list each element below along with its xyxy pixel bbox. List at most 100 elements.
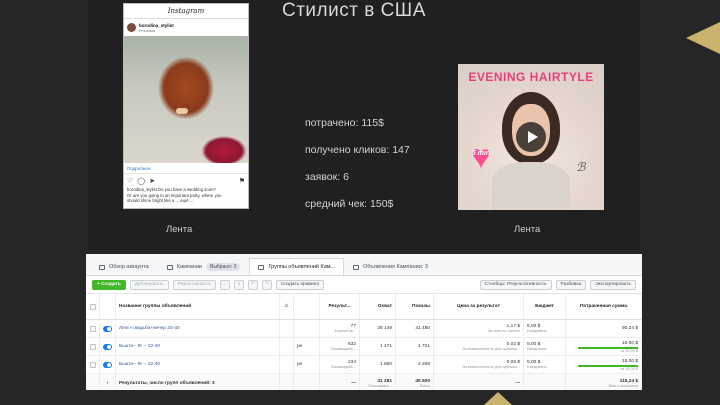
ab-test-icon[interactable]: ◌ bbox=[219, 279, 230, 290]
campaign-stats: потрачено: 115$ получено кликов: 147 зая… bbox=[305, 117, 410, 225]
post-actions: ♡ ◯ ➤ ⚑ bbox=[124, 174, 248, 187]
feed-label-left: Лента bbox=[166, 224, 193, 235]
share-icon[interactable]: ➤ bbox=[149, 177, 155, 185]
tab-account-overview[interactable]: Обзор аккаунта bbox=[90, 258, 158, 275]
decor-triangle-right bbox=[686, 22, 720, 54]
results-sub: Количеств... bbox=[334, 329, 357, 333]
total-reach: 31 281 Пользовате... bbox=[360, 374, 396, 390]
hair-accessory bbox=[176, 108, 188, 114]
total-spacer bbox=[86, 374, 100, 390]
warn-cell bbox=[280, 356, 294, 373]
stat-leads: заявок: 6 bbox=[305, 171, 349, 183]
cpr-cell: 0,02 $ За вовлеченность для публика... bbox=[434, 338, 524, 355]
budget-cell: 5,00 $ Ежедневно bbox=[524, 356, 566, 373]
edit-button[interactable]: Редактировать bbox=[172, 279, 216, 290]
stat-avg-check: средний чек: 150$ bbox=[305, 198, 394, 210]
column-header-cost-per-result[interactable]: Цена за результат bbox=[434, 294, 524, 319]
slide-background: Стилист в США Instagram borodina_stylist… bbox=[0, 0, 720, 405]
total-spent: 115,24 $ Всего потрачено bbox=[566, 374, 642, 390]
selected-count-badge[interactable]: Выбрано: 3 bbox=[205, 263, 241, 271]
impressions-cell: 1 721 bbox=[396, 338, 434, 355]
ad-set-name[interactable]: Лекс+свадьба+вечер 20-40 bbox=[116, 320, 280, 337]
table-row[interactable]: Бьюти-- Ж -- 22-40 ре 234 Взаимодейс... … bbox=[86, 356, 642, 374]
reach-cell: 1 471 bbox=[360, 338, 396, 355]
row-toggle[interactable] bbox=[100, 356, 116, 373]
post-caption: borodina_stylist Do you have a wedding s… bbox=[124, 187, 248, 204]
total-impressions: 45 500 Всего bbox=[396, 374, 434, 390]
play-icon[interactable] bbox=[516, 122, 546, 152]
delete-icon[interactable]: ▯ bbox=[233, 279, 244, 290]
table-header: Название группы объявлений ⚠ Результ... … bbox=[86, 294, 642, 320]
cpr-cell: 1,17 $ За клик по ссылке bbox=[434, 320, 524, 337]
tab-label: Обзор аккаунта bbox=[109, 264, 149, 270]
spent-value: 90,24 $ bbox=[621, 326, 638, 331]
warn-cell bbox=[280, 338, 294, 355]
tab-campaigns[interactable]: Кампании Выбрано: 3 bbox=[158, 258, 250, 275]
cpr-sub: За вовлеченность для публика... bbox=[462, 365, 520, 369]
spent-sub: из 15,00 $ bbox=[620, 366, 638, 371]
ad-set-name[interactable]: Бьюти-- Ж -- 22-40 bbox=[116, 356, 280, 373]
row-toggle[interactable] bbox=[100, 338, 116, 355]
row-checkbox[interactable] bbox=[86, 338, 100, 355]
export-dropdown[interactable]: Экспортировать bbox=[590, 279, 636, 290]
column-header-amount-spent[interactable]: Потраченная сумма bbox=[566, 294, 642, 319]
tab-ad-sets[interactable]: Группы объявлений Кам... bbox=[249, 258, 345, 275]
cpr-sub: За вовлеченность для публика... bbox=[462, 347, 520, 351]
grid-icon bbox=[258, 264, 265, 270]
account-icon bbox=[99, 264, 105, 270]
column-header-name[interactable]: Название группы объявлений bbox=[116, 294, 280, 319]
total-expand-icon[interactable]: › bbox=[100, 374, 116, 390]
table-row[interactable]: Бьюти-- Ж -- 22-40 ре 632 Взаимодейс... … bbox=[86, 338, 642, 356]
create-button[interactable]: + Создать bbox=[92, 279, 126, 290]
column-header-results[interactable]: Результ... bbox=[320, 294, 360, 319]
spend-progress-bar bbox=[578, 346, 638, 349]
total-impressions-sub: Всего bbox=[420, 384, 430, 388]
ads-manager: Обзор аккаунта Кампании Выбрано: 3 Групп… bbox=[86, 254, 642, 390]
duplicate-button[interactable]: Дублировать bbox=[129, 279, 169, 290]
column-header-impressions[interactable]: Показы bbox=[396, 294, 434, 319]
column-header-budget[interactable]: Бюджет bbox=[524, 294, 566, 319]
spent-cell: 15,00 $ из 15,00 $ bbox=[566, 356, 642, 373]
total-cpr: — bbox=[434, 374, 524, 390]
reach-cell: 1 860 bbox=[360, 356, 396, 373]
table-row[interactable]: Лекс+свадьба+вечер 20-40 77 Количеств...… bbox=[86, 320, 642, 338]
brand-logo-icon: ℬ bbox=[576, 160, 586, 174]
breakdown-dropdown[interactable]: Разбивка bbox=[555, 279, 587, 290]
undo-icon[interactable]: ↶ bbox=[247, 279, 258, 290]
heart-icon[interactable]: ♡ bbox=[127, 177, 133, 185]
delivery-cell: ре bbox=[294, 356, 320, 373]
feed-label-right: Лента bbox=[514, 224, 541, 235]
results-cell: 234 Взаимодейс... bbox=[320, 356, 360, 373]
column-header-reach[interactable]: Охват bbox=[360, 294, 396, 319]
tabs-bar: Обзор аккаунта Кампании Выбрано: 3 Групп… bbox=[86, 254, 642, 276]
create-rule-button[interactable]: Создать правило bbox=[275, 279, 325, 290]
column-header-delivery[interactable] bbox=[294, 294, 320, 319]
row-checkbox[interactable] bbox=[86, 356, 100, 373]
select-all-checkbox[interactable] bbox=[86, 294, 100, 319]
budget-cell: 5,00 $ Ежедневно bbox=[524, 338, 566, 355]
folder-icon bbox=[166, 264, 173, 270]
learn-more-link[interactable]: Подробнее bbox=[124, 163, 248, 174]
video-thumbnail[interactable]: EVENING HAIRTYLE ♥ 5 min ℬ bbox=[458, 64, 604, 210]
redo-icon[interactable]: ↷ bbox=[261, 279, 272, 290]
row-checkbox[interactable] bbox=[86, 320, 100, 337]
post-author: borodina_stylist Реклама bbox=[124, 19, 248, 36]
tab-label: Группы объявлений Кам... bbox=[268, 264, 336, 270]
slide-title: Стилист в США bbox=[282, 0, 426, 21]
spent-sub: из 10,00 $ bbox=[620, 348, 638, 353]
bookmark-icon[interactable]: ⚑ bbox=[239, 177, 245, 185]
total-reach-sub: Пользовате... bbox=[368, 384, 392, 388]
columns-dropdown[interactable]: Столбцы: Результативность bbox=[479, 279, 552, 290]
total-budget bbox=[524, 374, 566, 390]
comment-icon[interactable]: ◯ bbox=[137, 177, 145, 185]
impressions-cell: 41 480 bbox=[396, 320, 434, 337]
tab-label: Объявления Кампании: 3 bbox=[363, 264, 428, 270]
cpr-sub: За клик по ссылке bbox=[488, 329, 520, 333]
row-toggle[interactable] bbox=[100, 320, 116, 337]
budget-cell: 5,00 $ Ежедневно bbox=[524, 320, 566, 337]
tab-ads[interactable]: Объявления Кампании: 3 bbox=[344, 258, 437, 275]
sponsored-label: Реклама bbox=[139, 27, 156, 33]
ad-set-name[interactable]: Бьюти-- Ж -- 22-40 bbox=[116, 338, 280, 355]
avatar bbox=[127, 23, 136, 32]
totals-label: Результаты, число групп объявлений: 3 bbox=[116, 374, 280, 390]
